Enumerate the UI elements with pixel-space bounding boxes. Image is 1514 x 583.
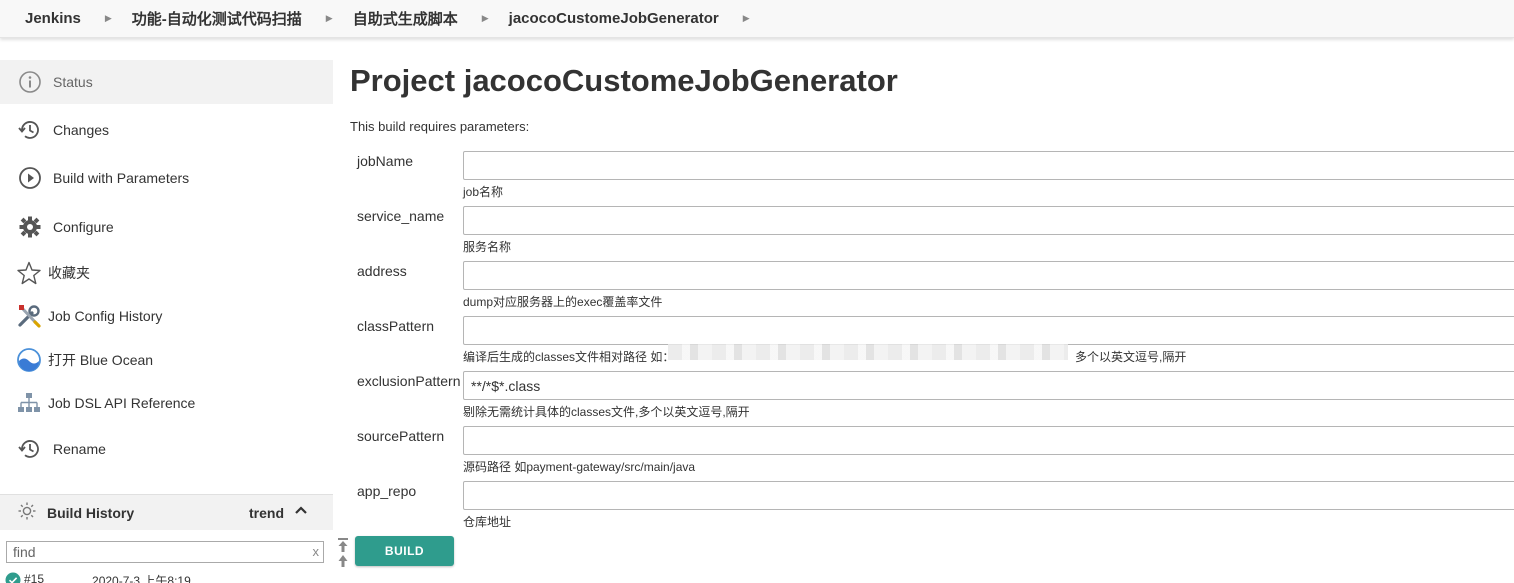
param-label-service-name: service_name	[357, 208, 445, 224]
param-desc-classpattern: 编译后生成的classes文件相对路径 如：	[463, 350, 675, 364]
gear-icon	[17, 214, 43, 240]
redacted-path-blur	[668, 344, 1068, 360]
sidebar-item-favorites[interactable]: 收藏夹	[0, 251, 333, 295]
sidebar-item-label: Changes	[53, 122, 110, 138]
param-label-address: address	[357, 263, 407, 279]
build-button[interactable]: BUILD	[355, 536, 454, 566]
param-desc-address: dump对应服务器上的exec覆盖率文件	[463, 295, 663, 309]
sidebar-item-blue-ocean[interactable]: 打开 Blue Ocean	[0, 338, 333, 382]
breadcrumb-label[interactable]: 自助式生成脚本	[353, 8, 458, 29]
sidebar-item-label: Rename	[53, 441, 106, 457]
breadcrumb-label[interactable]: Jenkins	[25, 10, 81, 27]
trend-link[interactable]: trend	[249, 505, 284, 521]
sidebar-item-label: Job DSL API Reference	[48, 395, 196, 411]
sidebar-item-job-config-history[interactable]: Job Config History	[0, 294, 333, 338]
chevron-right-icon[interactable]: ▶	[743, 13, 750, 24]
param-desc-service-name: 服务名称	[463, 240, 512, 254]
sidebar-item-label: Configure	[53, 219, 114, 235]
exclusionpattern-input[interactable]	[463, 371, 1514, 400]
breadcrumb-item-subfolder[interactable]: 自助式生成脚本 ▶	[353, 8, 509, 29]
breadcrumb-item-folder[interactable]: 功能-自动化测试代码扫描 ▶	[132, 8, 353, 29]
sidebar-item-rename[interactable]: Rename	[0, 427, 333, 471]
breadcrumb-label[interactable]: jacocoCustomeJobGenerator	[509, 10, 719, 27]
sidebar-item-changes[interactable]: Changes	[0, 108, 333, 152]
param-label-jobname: jobName	[357, 153, 414, 169]
sidebar-item-label: 收藏夹	[48, 265, 90, 281]
chevron-right-icon[interactable]: ▶	[326, 13, 333, 24]
sidebar-item-status[interactable]: Status	[0, 60, 333, 104]
jobname-input[interactable]	[463, 151, 1514, 180]
breadcrumb-bar: Jenkins ▶ 功能-自动化测试代码扫描 ▶ 自助式生成脚本 ▶ jacoc…	[0, 0, 1514, 38]
chevron-right-icon[interactable]: ▶	[105, 13, 112, 24]
param-desc-app-repo: 仓库地址	[463, 515, 512, 529]
build-date: 2020-7-3 上午8:19	[92, 574, 191, 583]
breadcrumb-item-job[interactable]: jacocoCustomeJobGenerator ▶	[509, 10, 770, 27]
param-desc-exclusionpattern: 剔除无需统计具体的classes文件,多个以英文逗号,隔开	[463, 405, 750, 419]
sidebar-item-label: Status	[53, 74, 93, 90]
build-history-header: Build History trend	[0, 494, 333, 530]
scroll-up-icon[interactable]	[336, 553, 350, 569]
sidebar-item-label: 打开 Blue Ocean	[48, 352, 154, 368]
scroll-top-icon[interactable]	[336, 537, 350, 553]
scroll-controls	[336, 537, 350, 569]
history-clock-icon	[17, 117, 43, 143]
sidebar-item-label: Job Config History	[48, 308, 163, 324]
sidebar-item-job-dsl-api-reference[interactable]: Job DSL API Reference	[0, 381, 333, 425]
status-info-icon	[17, 69, 43, 95]
sun-icon	[17, 501, 37, 524]
build-status-icon	[5, 572, 21, 583]
param-label-sourcepattern: sourcePattern	[357, 428, 445, 444]
sidebar-item-configure[interactable]: Configure	[0, 205, 333, 249]
parameters-intro: This build requires parameters:	[350, 119, 530, 134]
sidebar: Status Changes Build with Parameters Con…	[0, 60, 333, 583]
play-circle-icon	[17, 165, 43, 191]
blue-ocean-icon	[16, 347, 42, 373]
build-history-title: Build History	[47, 504, 135, 521]
sidebar-item-build-with-parameters[interactable]: Build with Parameters	[0, 156, 333, 200]
chevron-up-icon[interactable]	[294, 503, 308, 520]
build-search-box: x	[6, 541, 324, 563]
param-label-exclusionpattern: exclusionPattern	[357, 373, 461, 389]
app-repo-input[interactable]	[463, 481, 1514, 510]
tools-icon	[16, 303, 42, 329]
param-desc-classpattern-suffix: 多个以英文逗号,隔开	[1075, 350, 1187, 364]
classpattern-input[interactable]	[463, 316, 1514, 345]
param-desc-jobname: job名称	[463, 185, 504, 199]
page-title: Project jacocoCustomeJobGenerator	[350, 63, 898, 98]
param-desc-sourcepattern: 源码路径 如payment-gateway/src/main/java	[463, 460, 696, 474]
chevron-right-icon[interactable]: ▶	[482, 13, 489, 24]
history-clock-icon	[17, 436, 43, 462]
build-search-input[interactable]	[7, 542, 307, 562]
sourcepattern-input[interactable]	[463, 426, 1514, 455]
breadcrumb-item-jenkins[interactable]: Jenkins ▶	[25, 10, 132, 27]
sidebar-item-label: Build with Parameters	[53, 170, 190, 186]
star-icon	[16, 260, 42, 286]
address-input[interactable]	[463, 261, 1514, 290]
breadcrumb-label[interactable]: 功能-自动化测试代码扫描	[132, 8, 302, 29]
service-name-input[interactable]	[463, 206, 1514, 235]
build-number-link[interactable]: #15	[24, 572, 44, 583]
build-history-row[interactable]: #15 2020-7-3 上午8:19	[5, 572, 330, 583]
clear-search-icon[interactable]: x	[313, 544, 320, 559]
param-label-app-repo: app_repo	[357, 483, 417, 499]
hierarchy-icon	[16, 390, 42, 416]
param-label-classpattern: classPattern	[357, 318, 435, 334]
